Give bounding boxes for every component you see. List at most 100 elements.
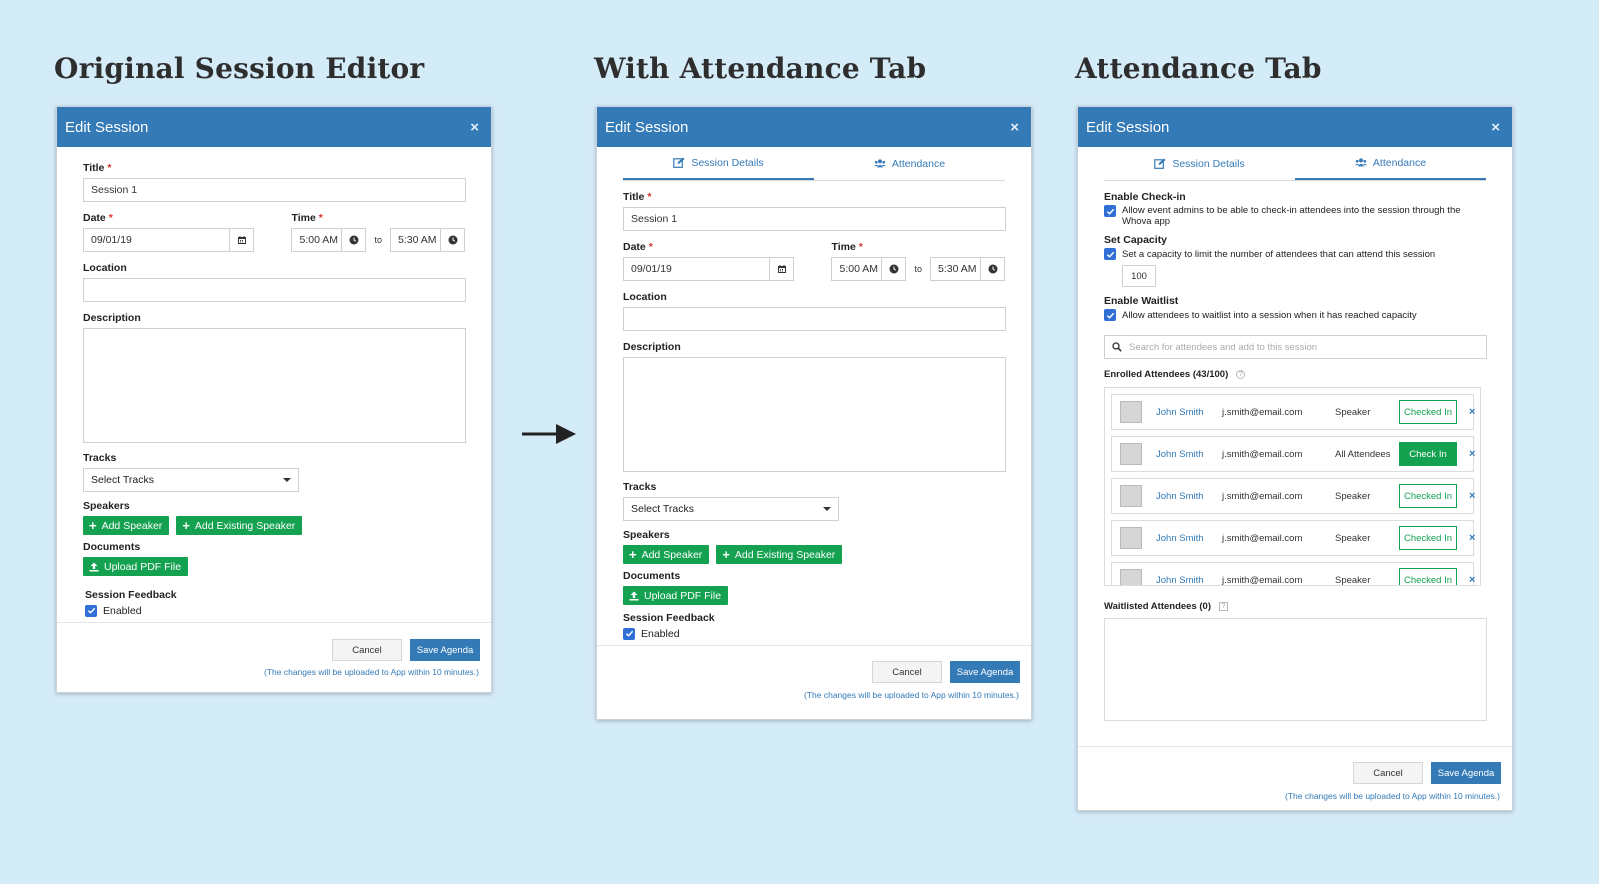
feedback-checkbox[interactable] (623, 627, 635, 640)
calendar-icon[interactable] (229, 229, 253, 251)
tracks-select[interactable]: Select Tracks (83, 468, 299, 492)
tab-session-details[interactable]: Session Details (1104, 147, 1295, 180)
avatar (1120, 569, 1142, 585)
waitlisted-attendees-list[interactable] (1104, 618, 1487, 721)
title-input[interactable]: Session 1 (83, 178, 466, 202)
attendee-row: John Smith j.smith@email.com Speaker Che… (1111, 562, 1475, 586)
start-time-input[interactable]: 5:00 AM (831, 257, 907, 281)
modal-footer: Cancel Save Agenda (The changes will be … (597, 645, 1031, 721)
speakers-label: Speakers (83, 500, 130, 512)
attendee-name[interactable]: John Smith (1156, 407, 1204, 418)
description-label: Description (623, 341, 681, 353)
clock-icon[interactable] (440, 229, 464, 251)
close-icon[interactable]: × (1491, 119, 1500, 136)
clock-icon[interactable] (980, 258, 1004, 280)
checked-in-button[interactable]: Checked In (1399, 400, 1457, 424)
attendee-name[interactable]: John Smith (1156, 533, 1204, 544)
add-speaker-button[interactable]: + Add Speaker (623, 545, 710, 564)
attendee-email: j.smith@email.com (1222, 448, 1303, 460)
help-icon[interactable]: ? (1236, 370, 1246, 379)
attendee-type: Speaker (1335, 532, 1371, 544)
date-input[interactable]: 09/01/19 (623, 257, 794, 281)
remove-icon[interactable]: × (1469, 406, 1475, 418)
close-icon[interactable]: × (470, 119, 479, 136)
checked-in-button[interactable]: Checked In (1399, 526, 1457, 550)
enrolled-attendees-list[interactable]: John Smith j.smith@email.com Speaker Che… (1104, 387, 1481, 586)
location-input[interactable] (83, 278, 466, 302)
date-input[interactable]: 09/01/19 (83, 228, 254, 252)
end-time-input[interactable]: 5:30 AM (390, 228, 465, 252)
session-tabs: Session Details Attendance (623, 147, 1005, 181)
title-input[interactable]: Session 1 (623, 207, 1006, 231)
enable-checkin-label: Enable Check-in (1104, 191, 1186, 203)
avatar (1120, 527, 1142, 549)
enable-waitlist-text: Allow attendees to waitlist into a sessi… (1122, 309, 1417, 321)
checked-in-button[interactable]: Checked In (1399, 568, 1457, 585)
modal-footer: Cancel Save Agenda (The changes will be … (1078, 746, 1512, 812)
save-agenda-button[interactable]: Save Agenda (410, 639, 480, 661)
clock-icon[interactable] (341, 229, 366, 251)
feedback-enabled-label: Enabled (103, 604, 142, 617)
checked-in-button[interactable]: Checked In (1399, 484, 1457, 508)
plus-icon: + (89, 518, 97, 533)
attendee-name[interactable]: John Smith (1156, 491, 1204, 502)
attendee-email: j.smith@email.com (1222, 406, 1303, 418)
caret-down-icon (823, 507, 831, 511)
attendee-row: John Smith j.smith@email.com Speaker Che… (1111, 520, 1475, 556)
attendee-email: j.smith@email.com (1222, 532, 1303, 544)
save-agenda-button[interactable]: Save Agenda (1431, 762, 1501, 784)
clock-icon[interactable] (881, 258, 906, 280)
attendee-type: All Attendees (1335, 448, 1391, 460)
set-capacity-checkbox[interactable] (1104, 248, 1116, 260)
help-icon[interactable]: ? (1218, 602, 1228, 611)
remove-icon[interactable]: × (1469, 574, 1475, 585)
tracks-select[interactable]: Select Tracks (623, 497, 839, 521)
tab-attendance[interactable]: Attendance (814, 147, 1005, 180)
capacity-input[interactable]: 100 (1122, 265, 1156, 287)
end-time-input[interactable]: 5:30 AM (930, 257, 1005, 281)
modal-title: Edit Session (65, 118, 149, 136)
modal-footer: Cancel Save Agenda (The changes will be … (57, 622, 491, 694)
enable-waitlist-checkbox[interactable] (1104, 309, 1116, 321)
tab-session-details[interactable]: Session Details (623, 147, 814, 180)
close-icon[interactable]: × (1010, 119, 1019, 136)
save-agenda-button[interactable]: Save Agenda (950, 661, 1020, 683)
modal-header: Edit Session × (597, 107, 1031, 147)
attendee-type: Speaker (1335, 574, 1371, 586)
heading-attendance-tab: Attendance Tab (1075, 52, 1322, 85)
enable-waitlist-label: Enable Waitlist (1104, 295, 1179, 307)
add-existing-speaker-button[interactable]: + Add Existing Speaker (176, 516, 303, 535)
tracks-label: Tracks (623, 481, 657, 493)
documents-label: Documents (623, 570, 681, 582)
attendee-type: Speaker (1335, 406, 1371, 418)
add-speaker-button[interactable]: + Add Speaker (83, 516, 170, 535)
start-time-input[interactable]: 5:00 AM (291, 228, 367, 252)
time-label: Time * (831, 241, 863, 253)
attendee-name[interactable]: John Smith (1156, 575, 1204, 586)
caret-down-icon (283, 478, 291, 482)
upload-pdf-button[interactable]: Upload PDF File (623, 586, 729, 605)
feedback-checkbox[interactable] (85, 604, 97, 617)
upload-icon (629, 591, 639, 600)
check-in-button[interactable]: Check In (1399, 442, 1457, 466)
attendee-name[interactable]: John Smith (1156, 449, 1204, 460)
remove-icon[interactable]: × (1469, 490, 1475, 502)
right-arrow-icon (522, 424, 576, 444)
remove-icon[interactable]: × (1469, 448, 1475, 460)
modal-header: Edit Session × (1078, 107, 1512, 147)
upload-pdf-button[interactable]: Upload PDF File (83, 557, 189, 576)
attendee-search-input[interactable]: Search for attendees and add to this ses… (1104, 335, 1487, 359)
enable-checkin-checkbox[interactable] (1104, 205, 1116, 217)
cancel-button[interactable]: Cancel (872, 661, 942, 683)
location-input[interactable] (623, 307, 1006, 331)
cancel-button[interactable]: Cancel (1353, 762, 1423, 784)
upload-icon (89, 562, 99, 571)
calendar-icon[interactable] (769, 258, 793, 280)
heading-original: Original Session Editor (54, 52, 425, 85)
description-textarea[interactable] (623, 357, 1006, 472)
remove-icon[interactable]: × (1469, 532, 1475, 544)
description-textarea[interactable] (83, 328, 466, 443)
tab-attendance[interactable]: Attendance (1295, 147, 1486, 180)
cancel-button[interactable]: Cancel (332, 639, 402, 661)
add-existing-speaker-button[interactable]: + Add Existing Speaker (716, 545, 843, 564)
